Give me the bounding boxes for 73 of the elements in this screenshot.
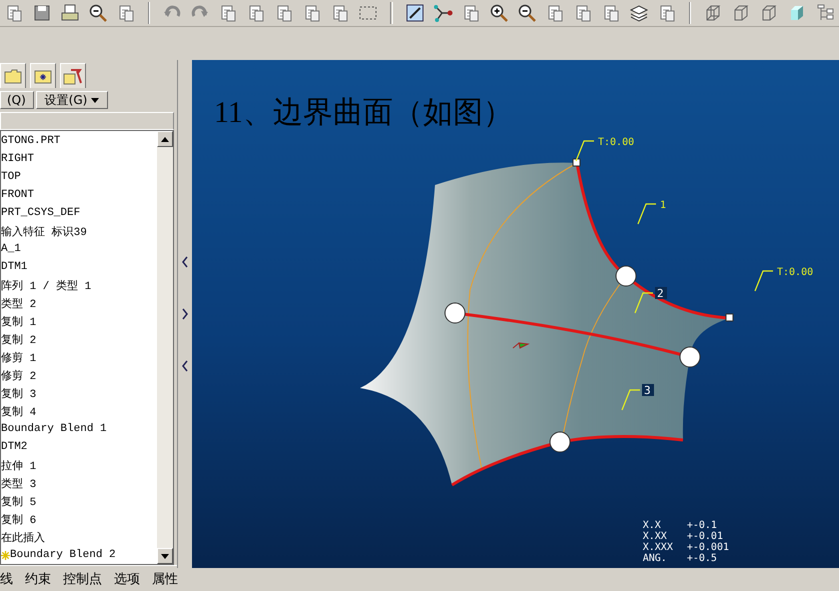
tree-item[interactable]: 输入特征 标识39	[1, 224, 87, 238]
scroll-up-icon[interactable]	[161, 136, 169, 142]
expand-right-icon[interactable]	[181, 308, 189, 320]
zoom-out-icon[interactable]	[516, 3, 537, 23]
tolerance-format: ANG.	[642, 553, 668, 564]
asterisk-icon	[1, 550, 10, 560]
tree-item[interactable]: DTM2	[1, 441, 28, 453]
folder-icon	[4, 68, 22, 84]
tree-item[interactable]: 修剪 2	[1, 368, 36, 382]
tree-item[interactable]: 复制 1	[1, 314, 36, 328]
star-folder-icon	[34, 68, 52, 84]
tree-item[interactable]: 复制 2	[1, 332, 36, 346]
tree-icon[interactable]	[814, 3, 835, 23]
star-folder-tab[interactable]	[30, 63, 56, 88]
save-icon[interactable]	[32, 3, 52, 23]
tree-item[interactable]: Boundary Blend 2	[10, 549, 116, 561]
tree-item[interactable]: DTM1	[1, 261, 28, 273]
tolerance-format: X.XXX	[642, 542, 673, 553]
tolerance-format: X.X	[642, 520, 662, 531]
tree-item[interactable]: GTONG.PRT	[1, 135, 60, 147]
leader-line	[637, 203, 656, 224]
tolerance-value: +-0.01	[686, 531, 724, 542]
layers-icon[interactable]	[628, 3, 649, 23]
dashboard-tab[interactable]: 选项	[114, 570, 140, 588]
leader-line	[575, 140, 594, 162]
dashboard-tab[interactable]: 控制点	[63, 570, 102, 588]
tree-item[interactable]: 修剪 1	[1, 350, 36, 364]
leader-line	[634, 292, 653, 314]
collapse-left-icon[interactable]	[181, 360, 189, 372]
tree-item[interactable]: 复制 6	[1, 512, 36, 526]
tree-item[interactable]: 类型 3	[1, 476, 36, 490]
tree-item[interactable]: FRONT	[1, 189, 34, 201]
print-icon[interactable]	[60, 3, 80, 23]
tree-item[interactable]: 复制 3	[1, 386, 36, 400]
slide-title: 11、边界曲面（如图）	[214, 95, 513, 131]
tolerance-format: X.XX	[642, 531, 668, 542]
tools-tab[interactable]	[60, 63, 86, 88]
tolerance-value: +-0.5	[686, 553, 718, 564]
callout-label: T:0.00	[777, 267, 814, 278]
tolerance-value: +-0.001	[686, 542, 729, 553]
tree-item[interactable]: 类型 2	[1, 296, 36, 310]
leader-line	[621, 389, 640, 410]
tolerance-value: +-0.1	[686, 520, 718, 531]
menu-button[interactable]: (Q)	[0, 91, 34, 109]
dashboard-tab[interactable]: 约束	[25, 570, 51, 588]
model-viewport[interactable]: T:0.00 1 T:0.00 2 3 11、边界曲面（如图） X.X +-0.1 X.XX +-0.01 X.XXX +-0.001 ANG. +-0.5	[192, 60, 839, 568]
tree-item[interactable]: 在此插入	[1, 530, 45, 544]
tree-item[interactable]: A_1	[1, 243, 21, 255]
curve-label: 3	[642, 384, 654, 397]
curve-label: 2	[655, 287, 667, 300]
tree-item[interactable]: 阵列 1 / 类型 1	[1, 278, 92, 292]
tree-item[interactable]: PRT_CSYS_DEF	[1, 207, 80, 219]
callout-label: T:0.00	[598, 137, 634, 148]
search-icon[interactable]	[88, 3, 108, 23]
tree-item[interactable]: Boundary Blend 1	[1, 423, 107, 435]
hammer-folder-icon	[63, 67, 83, 85]
menu-button[interactable]: 设置(G)	[36, 91, 108, 109]
collapse-left-icon[interactable]	[181, 256, 189, 268]
caret-icon	[91, 98, 100, 102]
zoom-in-icon[interactable]	[488, 3, 509, 23]
tree-item[interactable]: TOP	[1, 171, 21, 183]
folder-tab[interactable]	[0, 63, 26, 88]
axis-icon[interactable]	[432, 3, 453, 23]
sketch-icon[interactable]	[404, 3, 425, 23]
tree-item[interactable]: 复制 5	[1, 494, 36, 508]
tree-item[interactable]: 拉伸 1	[1, 458, 36, 472]
dashboard-tab[interactable]: 属性	[152, 570, 178, 588]
tree-item[interactable]: RIGHT	[1, 153, 34, 165]
scroll-down-icon[interactable]	[161, 554, 169, 558]
leader-line	[754, 270, 773, 292]
callout-label: 1	[660, 200, 666, 211]
dashboard-tab[interactable]: 线	[0, 570, 13, 588]
tree-item[interactable]: 复制 4	[1, 404, 36, 418]
